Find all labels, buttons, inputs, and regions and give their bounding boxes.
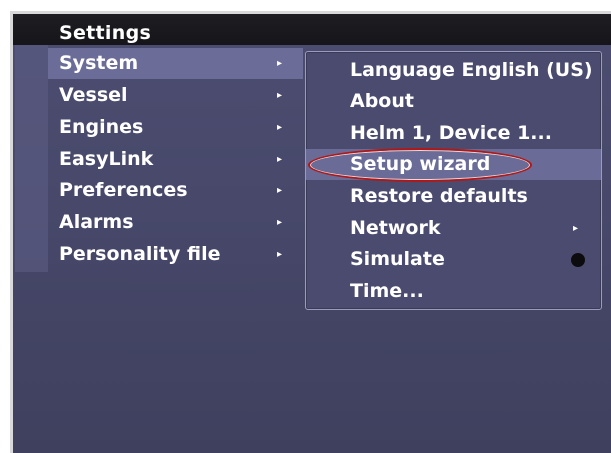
submenu-item-language[interactable]: Language English (US) [306,55,601,86]
menu-item-easylink[interactable]: EasyLink ▸ [48,144,303,175]
menu-item-label: Preferences [59,179,188,201]
submenu-item-restore-defaults[interactable]: Restore defaults [306,181,601,212]
chevron-right-icon: ▸ [277,90,283,101]
menu-item-personality-file[interactable]: Personality file ▸ [48,239,303,270]
radio-dot-icon[interactable] [571,253,585,267]
menu-side-strip [15,45,48,272]
menu-item-engines[interactable]: Engines ▸ [48,112,303,143]
menu-item-alarms[interactable]: Alarms ▸ [48,207,303,238]
submenu-item-label: Restore defaults [350,185,528,207]
chevron-right-icon: ▸ [277,58,283,69]
submenu-item-label: About [350,90,414,112]
menu-item-system[interactable]: System ▸ [48,48,303,79]
menu-item-label: EasyLink [59,148,154,170]
page-title: Settings [59,22,152,44]
submenu-item-helm-device[interactable]: Helm 1, Device 1... [306,118,601,149]
screen-bezel-left [10,11,13,453]
menu-item-label: Engines [59,116,144,138]
menu-item-preferences[interactable]: Preferences ▸ [48,175,303,206]
submenu-item-network[interactable]: Network ▸ [306,213,601,244]
submenu-item-label: Simulate [350,248,445,270]
submenu-item-time[interactable]: Time... [306,276,601,307]
device-screen: Settings System ▸ Vessel ▸ Engines ▸ Eas… [0,0,611,453]
chevron-right-icon: ▸ [277,249,283,260]
chevron-right-icon: ▸ [277,122,283,133]
chevron-right-icon: ▸ [277,154,283,165]
submenu-item-label: Network [350,217,441,239]
submenu-item-label: Time... [350,280,424,302]
annotation-circle [308,148,532,182]
chevron-right-icon: ▸ [277,185,283,196]
chevron-right-icon: ▸ [277,217,283,228]
menu-item-label: Personality file [59,243,221,265]
submenu-item-simulate[interactable]: Simulate [306,244,601,275]
submenu-item-about[interactable]: About [306,86,601,117]
chevron-right-icon: ▸ [573,223,579,234]
submenu-item-label: Language English (US) [350,59,593,81]
menu-item-label: Alarms [59,211,134,233]
menu-item-label: System [59,52,139,74]
submenu-item-label: Helm 1, Device 1... [350,122,552,144]
menu-item-vessel[interactable]: Vessel ▸ [48,80,303,111]
menu-item-label: Vessel [59,84,128,106]
